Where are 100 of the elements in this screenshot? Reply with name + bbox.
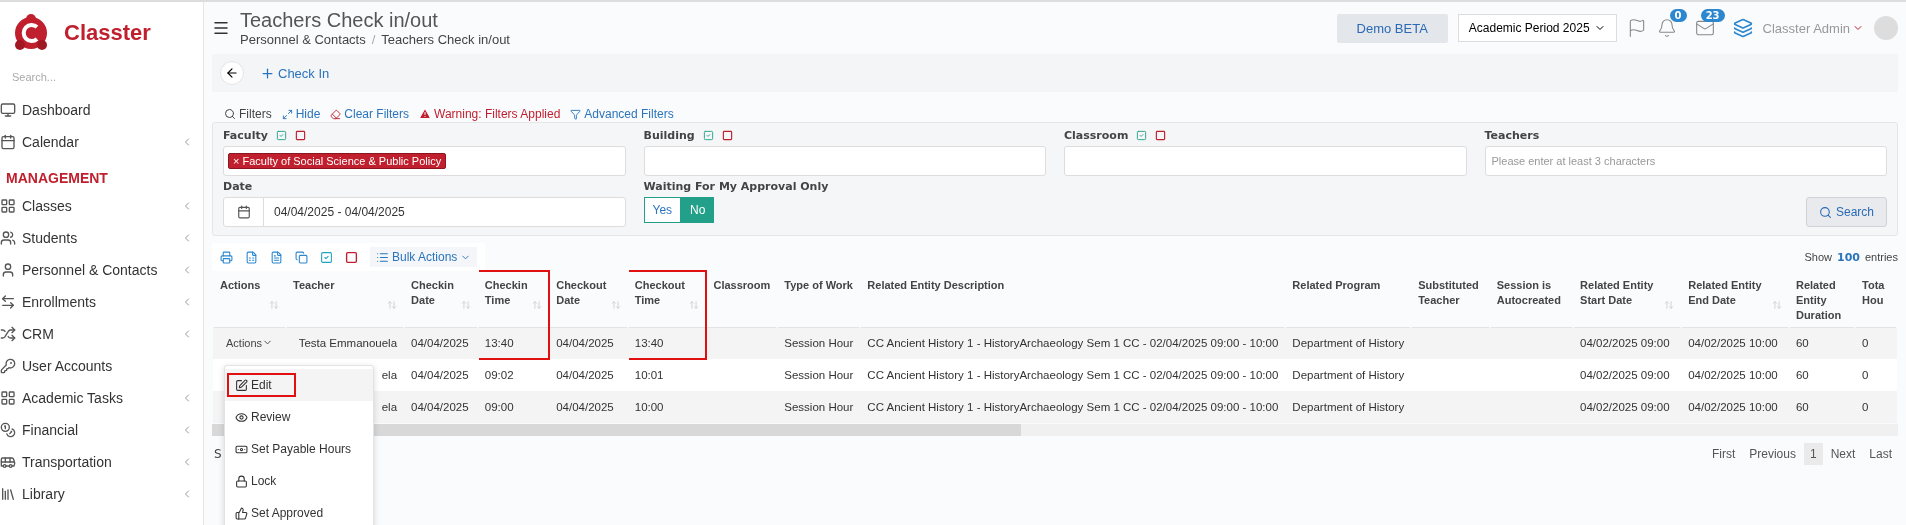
column-header[interactable]: Session is Autocreated bbox=[1489, 271, 1574, 328]
select-field[interactable] bbox=[1064, 146, 1467, 176]
table-cell: 13:40 bbox=[634, 336, 664, 349]
sidebar-item[interactable]: Students bbox=[22, 230, 175, 246]
spreadsheet-icon[interactable] bbox=[245, 250, 258, 264]
clear-selection-icon[interactable] bbox=[721, 129, 733, 141]
deselect-icon[interactable] bbox=[345, 250, 358, 264]
bulk-actions-button[interactable]: Bulk Actions bbox=[370, 247, 478, 267]
page-size[interactable]: 100 bbox=[1837, 250, 1860, 264]
menu-item[interactable]: Set Approved bbox=[225, 497, 373, 525]
breadcrumb-separator: / bbox=[371, 32, 376, 47]
menu-item[interactable]: Lock bbox=[225, 465, 373, 497]
menu-item[interactable]: Edit bbox=[225, 369, 373, 401]
column-header[interactable]: Type of Work bbox=[777, 271, 861, 328]
back-button[interactable] bbox=[220, 61, 244, 85]
column-header[interactable]: Actions bbox=[213, 271, 287, 328]
print-icon[interactable] bbox=[220, 250, 233, 264]
period-dropdown[interactable]: Academic Period 2025 bbox=[1457, 14, 1617, 42]
sidebar-item[interactable]: CRM bbox=[22, 326, 175, 342]
menu-item[interactable]: Set Payable Hours bbox=[225, 433, 373, 465]
select-field[interactable] bbox=[643, 146, 1046, 176]
eye-icon bbox=[235, 410, 248, 424]
column-header[interactable]: Checkout Date bbox=[549, 271, 628, 328]
column-header[interactable]: Tota Hou bbox=[1855, 271, 1897, 328]
table-cell: 04/02/2025 09:00 bbox=[1580, 369, 1670, 382]
field-label: Classroom bbox=[1064, 128, 1129, 142]
filter-icon bbox=[570, 108, 582, 120]
books-icon bbox=[0, 486, 16, 502]
bell-icon[interactable] bbox=[1656, 18, 1677, 38]
hide-link[interactable]: Hide bbox=[281, 107, 321, 121]
clear-selection-icon[interactable] bbox=[1155, 129, 1167, 141]
table-cell: 13:40 bbox=[484, 336, 514, 349]
clear-filters-link[interactable]: Clear Filters bbox=[330, 107, 410, 121]
sidebar-item[interactable]: Transportation bbox=[22, 454, 175, 470]
plus-icon bbox=[260, 65, 275, 81]
table-cell: ela bbox=[381, 369, 398, 382]
actions-button[interactable]: Actions bbox=[220, 336, 280, 349]
sidebar-item[interactable]: Classes bbox=[22, 198, 175, 214]
menu-item[interactable]: Review bbox=[225, 401, 373, 433]
sidebar-search-field[interactable]: Search... bbox=[10, 70, 193, 84]
column-header[interactable]: Related Entity End Date bbox=[1681, 271, 1789, 328]
eraser-icon bbox=[330, 108, 342, 120]
table-cell: 60 bbox=[1795, 336, 1809, 349]
sidebar-item[interactable]: Dashboard bbox=[22, 102, 193, 118]
key-icon bbox=[0, 358, 16, 374]
sidebar-item[interactable]: Enrollments bbox=[22, 294, 175, 310]
mail-icon[interactable] bbox=[1694, 18, 1715, 38]
field-label: Date bbox=[223, 179, 253, 193]
column-header[interactable]: Substituted Teacher bbox=[1411, 271, 1490, 328]
sidebar-item[interactable]: User Accounts bbox=[22, 358, 193, 374]
table-cell: 09:02 bbox=[484, 369, 514, 382]
date-field[interactable]: 04/04/2025 - 04/04/2025 bbox=[223, 197, 626, 227]
clear-selection-icon[interactable] bbox=[294, 129, 306, 141]
selected-tag[interactable]: × Faculty of Social Science & Public Policy bbox=[228, 153, 447, 169]
document-icon[interactable] bbox=[270, 250, 283, 264]
copy-icon[interactable] bbox=[295, 250, 308, 264]
table-cell: ela bbox=[381, 401, 398, 414]
table-cell: Session Hour bbox=[784, 401, 854, 414]
select-all-icon[interactable] bbox=[702, 129, 714, 141]
teachers-field[interactable]: Please enter at least 3 characters bbox=[1484, 146, 1887, 176]
column-header[interactable]: Teacher bbox=[286, 271, 405, 328]
pagination-button[interactable]: Previous bbox=[1743, 443, 1802, 466]
pagination-button[interactable]: 1 bbox=[1803, 443, 1823, 466]
table-cell: 04/02/2025 09:00 bbox=[1580, 401, 1670, 414]
select-all-icon[interactable] bbox=[275, 129, 287, 141]
table-cell: Testa Emmanouela bbox=[298, 336, 398, 349]
list-icon bbox=[376, 250, 389, 264]
sidebar-item[interactable]: Personnel & Contacts bbox=[22, 262, 175, 278]
menu-icon[interactable] bbox=[212, 19, 230, 37]
column-header[interactable]: Related Entity Start Date bbox=[1573, 271, 1682, 328]
breadcrumb-item[interactable]: Personnel & Contacts bbox=[240, 32, 366, 47]
layers-icon[interactable] bbox=[1732, 18, 1753, 38]
advanced-filters-link[interactable]: Advanced Filters bbox=[570, 107, 674, 121]
sidebar-item[interactable]: Library bbox=[22, 486, 175, 502]
select-field[interactable]: × Faculty of Social Science & Public Policy bbox=[223, 146, 626, 176]
grid-icon bbox=[0, 390, 16, 406]
select-all-icon[interactable] bbox=[320, 250, 333, 264]
toggle-option[interactable]: Yes bbox=[643, 197, 682, 223]
brand-name: Classter bbox=[64, 20, 151, 46]
horizontal-scrollbar[interactable] bbox=[212, 424, 1898, 437]
check-in-button[interactable]: Check In bbox=[260, 65, 330, 81]
sidebar-item[interactable]: Calendar bbox=[22, 134, 175, 150]
table-cell: Department of History bbox=[1292, 336, 1405, 349]
pagination-button[interactable]: First bbox=[1705, 443, 1742, 466]
column-header[interactable]: Related Entity Duration bbox=[1788, 271, 1856, 328]
sidebar-item[interactable]: Academic Tasks bbox=[22, 390, 175, 406]
column-header[interactable]: Checkin Date bbox=[404, 271, 478, 328]
search-button[interactable]: Search bbox=[1805, 197, 1887, 227]
table-cell: 04/04/2025 bbox=[411, 369, 469, 382]
warning-icon bbox=[419, 108, 432, 120]
select-all-icon[interactable] bbox=[1136, 129, 1148, 141]
pagination-button[interactable]: Next bbox=[1824, 443, 1862, 466]
column-header[interactable]: Related Program bbox=[1285, 271, 1412, 328]
sidebar-item[interactable]: Financial bbox=[22, 422, 175, 438]
filters-warning: Warning: Filters Applied bbox=[419, 107, 561, 121]
column-header[interactable]: Classroom bbox=[706, 271, 778, 328]
table-cell: 60 bbox=[1795, 401, 1809, 414]
column-header[interactable]: Related Entity Description bbox=[860, 271, 1286, 328]
pagination-button[interactable]: Last bbox=[1863, 443, 1898, 466]
demo-button[interactable]: Demo BETA bbox=[1336, 13, 1448, 43]
